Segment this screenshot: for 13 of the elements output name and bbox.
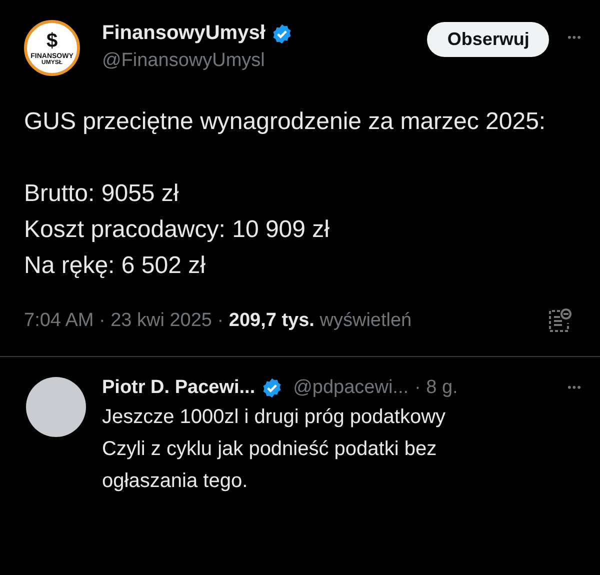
analytics-icon[interactable] <box>546 308 572 334</box>
logo-symbol: $ <box>46 30 58 50</box>
more-button[interactable]: ••• <box>567 382 582 394</box>
tweet-text: GUS przeciętne wynagrodzenie za marzec 2025: Brutto: 9055 zł Koszt pracodawcy: 10 909 zł Na rękę: 6 502 zł <box>24 107 547 281</box>
author-name[interactable]: FinansowyUmysł <box>102 22 266 45</box>
reply-text: Jeszcze 1000zl i drugi próg podatkowy Czyli z cyklu jak podnieść podatki bez ogłaszania tego. <box>102 405 447 494</box>
author-name[interactable]: Piotr D. Pacewi... <box>102 377 256 399</box>
tweet-meta: 7:04 AM · 23 kwi 2025 · 209,7 tys. wyświetleń <box>24 310 412 332</box>
author-handle[interactable]: @pdpacewi... <box>293 377 409 399</box>
author-handle[interactable]: @FinansowyUmysl <box>102 50 428 72</box>
reply-time: · 8 g. <box>414 377 458 399</box>
more-button[interactable]: ••• <box>567 32 582 44</box>
follow-button[interactable]: Obserwuj <box>427 22 550 57</box>
